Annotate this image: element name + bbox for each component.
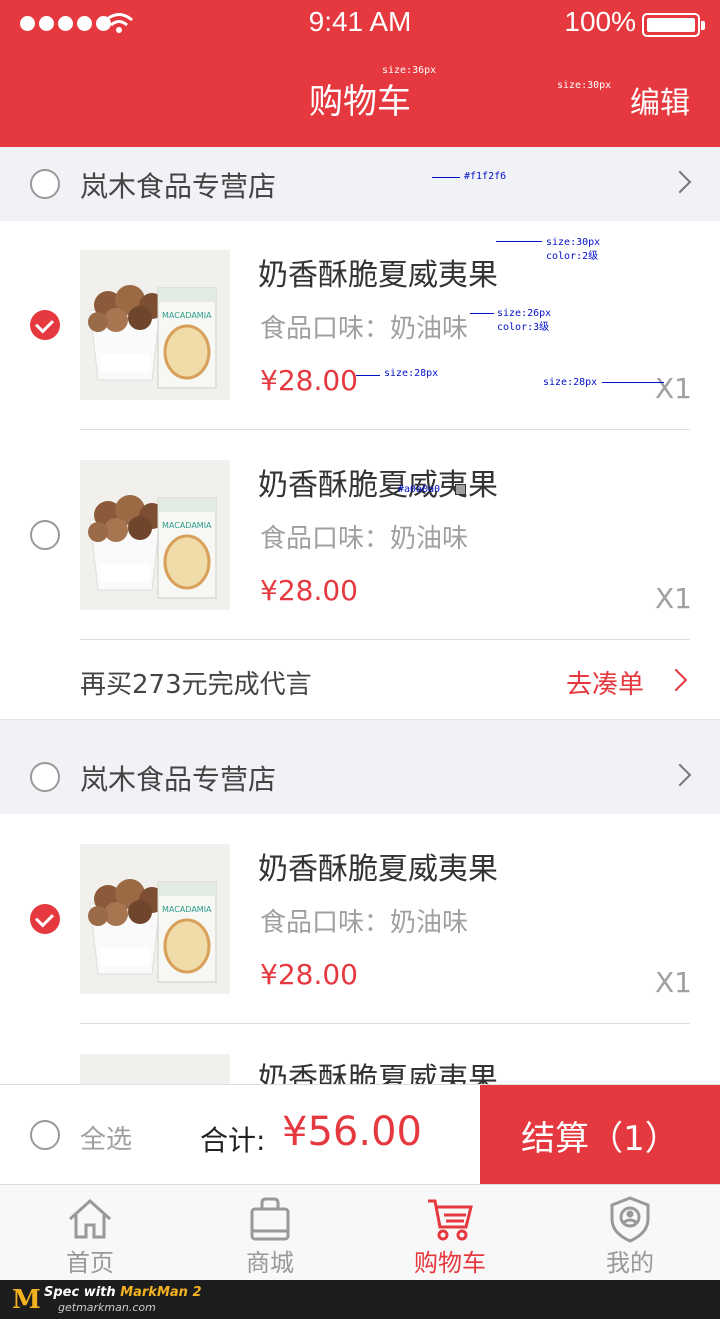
product-quantity: X1 (655, 582, 692, 615)
cart-icon (428, 1199, 473, 1241)
profile-shield-icon (610, 1196, 650, 1243)
macadamia-image: MACADAMIA (80, 250, 230, 400)
product-name[interactable]: 奶香酥脆夏威夷果 (258, 1054, 498, 1084)
cart-item[interactable]: MACADAMIA 奶香酥脆夏威夷果 食品口味：奶油味 ¥28.00 X1 (0, 430, 720, 640)
product-quantity: X1 (655, 966, 692, 999)
cart-item[interactable]: MACADAMIA 奶香酥脆夏威夷果 食品口味：奶油味 ¥28.00 X1 (0, 814, 720, 1024)
product-flavor: 食品口味：奶油味 (260, 908, 469, 938)
tab-label: 我的 (606, 1249, 654, 1277)
annotation-line (602, 382, 664, 383)
macadamia-image (80, 1054, 230, 1084)
promo-text: 再买273元完成代言 (80, 670, 312, 700)
product-price: ¥28.00 (260, 958, 358, 991)
package-brand-label: MACADAMIA (162, 905, 212, 914)
annotation-name-size: size:30px (546, 237, 601, 248)
item-select-radio[interactable] (30, 310, 60, 340)
product-image[interactable]: MACADAMIA (80, 250, 230, 400)
cart-list[interactable]: 岚木食品专营店 MACADAMIA 奶香酥脆夏威夷果 食品口味：奶油味 ¥28.… (0, 147, 720, 1084)
markman-url: getmarkman.com (58, 1301, 156, 1314)
tab-bar: 首页 商城 购物车 我的 (0, 1184, 720, 1280)
annotation-edit-size: size:30px (557, 80, 612, 91)
cart-item[interactable]: MACADAMIA 奶香酥脆夏威夷果 食品口味：奶油味 ¥28.00 X1 (0, 220, 720, 430)
store-select-radio[interactable] (30, 762, 60, 792)
store-name[interactable]: 岚木食品专营店 (80, 758, 276, 798)
header: 9:41 AM 100% 购物车 编辑 (0, 0, 720, 147)
markman-spec-label: Spec with MarkMan 2 (44, 1285, 202, 1300)
macadamia-image: MACADAMIA (80, 844, 230, 994)
product-price: ¥28.00 (260, 364, 358, 397)
status-bar: 9:41 AM 100% (0, 0, 720, 48)
tab-me[interactable]: 我的 (540, 1185, 720, 1281)
checkout-button[interactable]: 结算（1） (480, 1085, 720, 1185)
product-name[interactable]: 奶香酥脆夏威夷果 (258, 460, 498, 504)
tab-label: 购物车 (414, 1249, 486, 1277)
tab-home[interactable]: 首页 (0, 1185, 180, 1281)
select-all-label[interactable]: 全选 (80, 1119, 132, 1156)
tab-mall[interactable]: 商城 (180, 1185, 360, 1281)
annotation-name-color: color:2级 (546, 251, 599, 262)
annotation-line (356, 375, 380, 376)
promo-row[interactable]: 再买273元完成代言 去凑单 (0, 640, 720, 720)
tab-label: 商城 (246, 1249, 294, 1277)
section-gap (0, 719, 720, 740)
annotation-flavor-size: size:26px (497, 308, 552, 319)
home-icon (68, 1198, 112, 1239)
markman-banner: M Spec with MarkMan 2 getmarkman.com (0, 1280, 720, 1319)
item-select-radio[interactable] (30, 904, 60, 934)
add-more-link[interactable]: 去凑单 (566, 664, 644, 701)
chevron-right-icon[interactable] (668, 170, 692, 194)
annotation-qty-size: size:28px (543, 377, 598, 388)
product-flavor: 食品口味：奶油味 (260, 314, 469, 344)
annotation-store-bg: #f1f2f6 (464, 171, 507, 182)
tab-label: 首页 (66, 1249, 114, 1277)
product-name[interactable]: 奶香酥脆夏威夷果 (258, 844, 498, 888)
product-name[interactable]: 奶香酥脆夏威夷果 (258, 250, 498, 294)
color-swatch (455, 484, 466, 495)
select-all-radio[interactable] (30, 1120, 60, 1150)
product-image[interactable]: MACADAMIA (80, 460, 230, 610)
annotation-line (432, 177, 460, 178)
product-image[interactable] (80, 1054, 230, 1084)
shopping-bag-icon (250, 1197, 290, 1241)
edit-button[interactable]: 编辑 (630, 78, 690, 122)
battery-percent: 100% (564, 6, 636, 37)
product-flavor: 食品口味：奶油味 (260, 524, 469, 554)
macadamia-image: MACADAMIA (80, 460, 230, 610)
store-header[interactable]: 岚木食品专营店 (0, 740, 720, 814)
annotation-gray-color: #a0a0a0 (398, 484, 441, 495)
tab-cart[interactable]: 购物车 (360, 1185, 540, 1281)
product-quantity: X1 (655, 372, 692, 405)
annotation-line (470, 313, 494, 314)
battery-icon (642, 13, 705, 37)
total-amount: ¥56.00 (282, 1109, 422, 1155)
package-brand-label: MACADAMIA (162, 521, 212, 530)
annotation-price-size: size:28px (384, 368, 439, 379)
page-title: 购物车 (309, 82, 411, 122)
markman-logo-icon: M (12, 1285, 41, 1315)
annotation-line (496, 241, 542, 242)
chevron-right-icon[interactable] (668, 763, 692, 787)
annotation-flavor-color: color:3级 (497, 322, 550, 333)
product-price: ¥28.00 (260, 574, 358, 607)
cart-item[interactable]: 奶香酥脆夏威夷果 (0, 1024, 720, 1084)
checkout-bar: 全选 合计: ¥56.00 结算（1） (0, 1084, 720, 1185)
store-name[interactable]: 岚木食品专营店 (80, 165, 276, 205)
product-image[interactable]: MACADAMIA (80, 844, 230, 994)
store-select-radio[interactable] (30, 169, 60, 199)
chevron-right-icon[interactable] (664, 668, 688, 692)
store-header[interactable]: 岚木食品专营店 (0, 147, 720, 221)
annotation-title-size: size:36px (382, 65, 437, 76)
total-label: 合计: (200, 1124, 266, 1157)
item-select-radio[interactable] (30, 520, 60, 550)
package-brand-label: MACADAMIA (162, 311, 212, 320)
